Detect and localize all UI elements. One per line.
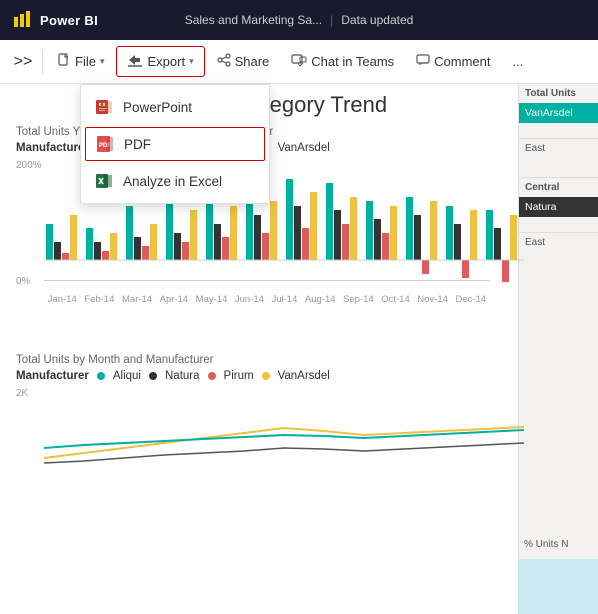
x-label-feb: Feb-14 (84, 294, 114, 305)
right-panel-spacer1 (519, 123, 598, 139)
x-label-apr: Apr-14 (160, 294, 189, 305)
share-button[interactable]: Share (207, 47, 280, 76)
x-label-jun: Jun-14 (235, 294, 264, 305)
dropdown-item-powerpoint[interactable]: PowerPoint (81, 89, 269, 125)
x-label-aug: Aug-14 (305, 294, 336, 305)
powerpoint-icon (95, 98, 113, 116)
share-label: Share (235, 54, 270, 69)
report-name: Sales and Marketing Sa... (185, 13, 322, 27)
chart1-x-labels: Jan-14 Feb-14 Mar-14 Apr-14 May-14 Jun-1… (16, 294, 494, 305)
comment-label: Comment (434, 54, 490, 69)
chart2-svg (44, 393, 524, 468)
chart1-y-bottom: 0% (16, 276, 30, 287)
file-chevron-icon: ▾ (100, 56, 105, 67)
pdf-icon: PDF (96, 135, 114, 153)
comment-button[interactable]: Comment (406, 47, 500, 76)
app-title: Power BI (40, 13, 98, 28)
right-panel-east2: East (519, 233, 598, 252)
right-panel-central: Central (519, 178, 598, 197)
chart1-y-top: 200% (16, 160, 42, 171)
right-panel-chart-preview (518, 559, 598, 614)
toolbar: >> File ▾ Export ▾ (0, 40, 598, 84)
nav-expand-icon: >> (14, 53, 33, 71)
chart2-legend-dot-vanarsdel (262, 372, 270, 380)
right-panel-east1: East (519, 139, 598, 158)
excel-icon (95, 172, 113, 190)
chart2-manufacturer-label: Manufacturer (16, 370, 89, 382)
x-label-jul: Jul-14 (271, 294, 297, 305)
export-label: Export (147, 54, 185, 69)
file-button[interactable]: File ▾ (47, 47, 114, 76)
chart2-legend: Manufacturer Aliqui Natura Pirum VanArsd… (16, 370, 494, 382)
comment-icon (416, 53, 430, 70)
chart2-legend-label-pirum: Pirum (224, 370, 254, 382)
right-panel: Total Units VanArsdel East Central Natur… (518, 84, 598, 614)
chart2-legend-label-vanarsdel: VanArsdel (278, 370, 330, 382)
file-label: File (75, 54, 96, 69)
chart2-legend-label-aliqui: Aliqui (113, 370, 141, 382)
share-icon (217, 53, 231, 70)
top-bar-center: Sales and Marketing Sa... | Data updated (185, 13, 414, 27)
chat-teams-label: Chat in Teams (311, 54, 394, 69)
right-panel-spacer2 (519, 158, 598, 178)
x-label-mar: Mar-14 (122, 294, 152, 305)
dropdown-item-pdf[interactable]: PDF PDF (85, 127, 265, 161)
data-status: Data updated (341, 13, 413, 27)
manufacturer-label: Manufacturer (16, 142, 89, 154)
powerpoint-label: PowerPoint (123, 100, 192, 115)
x-label-may: May-14 (196, 294, 228, 305)
right-panel-total-units: Total Units (519, 84, 598, 103)
top-bar: Power BI Sales and Marketing Sa... | Dat… (0, 0, 598, 40)
right-panel-vanarsdel: VanArsdel (519, 103, 598, 123)
chart2-line-chart: 2K (16, 388, 494, 488)
more-icon: ... (513, 54, 524, 69)
export-button[interactable]: Export ▾ (116, 46, 204, 77)
right-panel-natura: Natura (519, 197, 598, 217)
nav-expand-button[interactable]: >> (8, 47, 38, 77)
toolbar-divider-1 (42, 50, 43, 74)
x-label-sep: Sep-14 (343, 294, 374, 305)
dropdown-item-excel[interactable]: Analyze in Excel (81, 163, 269, 199)
top-bar-left: Power BI (12, 9, 98, 31)
right-panel-percent-units: % Units N (518, 535, 598, 554)
right-panel-spacer3 (519, 217, 598, 233)
separator: | (330, 13, 333, 27)
chart2-section-title: Total Units by Month and Manufacturer (16, 354, 494, 366)
x-label-dec: Dec-14 (455, 294, 486, 305)
export-chevron-icon: ▾ (189, 56, 194, 67)
power-bi-logo: Power BI (12, 9, 98, 31)
file-icon (57, 53, 71, 70)
x-label-jan: Jan-14 (48, 294, 77, 305)
chart2-legend-dot-natura (149, 372, 157, 380)
chart2-legend-dot-aliqui (97, 372, 105, 380)
chat-teams-button[interactable]: Chat in Teams (281, 47, 404, 76)
export-dropdown: PowerPoint PDF PDF (80, 84, 270, 204)
chat-teams-icon (291, 53, 307, 70)
chart2-y-label: 2K (16, 388, 28, 399)
excel-label: Analyze in Excel (123, 174, 222, 189)
dropdown-menu: PowerPoint PDF PDF (80, 84, 270, 204)
chart2-legend-label-natura: Natura (165, 370, 200, 382)
pdf-label: PDF (124, 137, 151, 152)
power-bi-icon (12, 9, 34, 31)
legend-label-vanarsdel: VanArsdel (278, 142, 330, 154)
more-button[interactable]: ... (503, 48, 534, 75)
x-label-nov: Nov-14 (417, 294, 448, 305)
x-label-oct: Oct-14 (381, 294, 410, 305)
chart2-legend-dot-pirum (208, 372, 216, 380)
chart2-section: Total Units by Month and Manufacturer Ma… (0, 354, 510, 488)
export-icon (127, 53, 143, 70)
